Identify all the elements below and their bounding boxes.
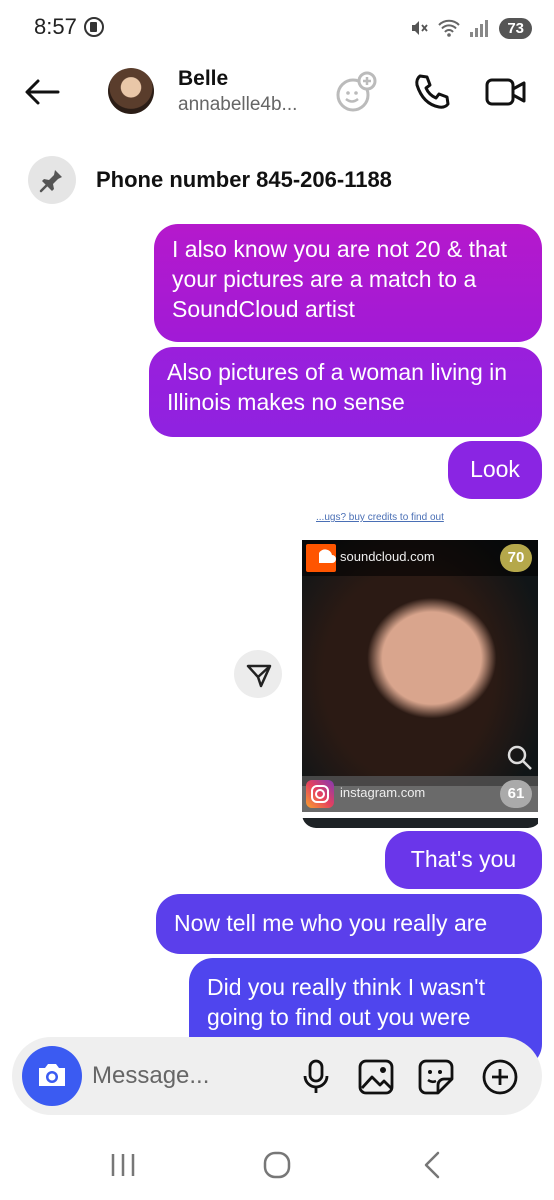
image-message[interactable]: ...ugs? buy credits to find out soundclo… xyxy=(302,510,542,828)
back-arrow-icon[interactable] xyxy=(22,72,62,112)
phone-icon[interactable] xyxy=(410,70,454,114)
video-icon[interactable] xyxy=(484,70,528,114)
add-person-icon[interactable] xyxy=(334,70,378,114)
mute-icon xyxy=(412,21,429,35)
contact-name[interactable]: Belle xyxy=(178,67,228,91)
source-bar-instagram: instagram.com 61 xyxy=(302,776,538,812)
image-bottom-strip xyxy=(302,818,538,828)
recents-icon[interactable] xyxy=(106,1148,140,1182)
status-time: 8:57 xyxy=(34,14,77,39)
pin-button[interactable] xyxy=(28,156,76,204)
mic-icon[interactable] xyxy=(296,1057,336,1097)
zoom-icon xyxy=(507,745,532,770)
instagram-logo-icon xyxy=(306,780,334,808)
share-icon xyxy=(246,664,272,688)
signal-icon xyxy=(470,20,489,37)
message-bubble[interactable]: I also know you are not 20 & that your p… xyxy=(154,224,542,342)
message-composer xyxy=(12,1037,542,1115)
match-score-badge: 70 xyxy=(500,544,532,572)
match-score-badge: 61 xyxy=(500,780,532,808)
pin-icon xyxy=(39,170,62,193)
home-icon[interactable] xyxy=(260,1148,294,1182)
contact-handle[interactable]: annabelle4b... xyxy=(178,94,297,116)
wifi-icon xyxy=(438,19,461,37)
nav-back-icon[interactable] xyxy=(416,1148,450,1182)
system-nav-bar xyxy=(0,1130,554,1200)
source-site: instagram.com xyxy=(340,785,426,800)
message-bubble[interactable]: That's you xyxy=(385,831,542,889)
pinned-message[interactable]: Phone number 845-206-1188 xyxy=(96,167,392,193)
plus-icon[interactable] xyxy=(480,1057,520,1097)
soundcloud-logo-icon xyxy=(306,544,336,572)
photo xyxy=(302,540,538,786)
message-bubble[interactable]: Also pictures of a woman living in Illin… xyxy=(149,347,542,437)
share-button[interactable] xyxy=(234,650,282,698)
screen-record-icon xyxy=(84,17,104,37)
camera-icon xyxy=(39,1064,65,1086)
message-bubble[interactable]: Look xyxy=(448,441,542,499)
source-site: soundcloud.com xyxy=(340,549,435,564)
message-input[interactable] xyxy=(92,1057,282,1095)
system-icons: 73 xyxy=(409,16,532,40)
image-caption: ...ugs? buy credits to find out xyxy=(316,512,444,523)
avatar[interactable] xyxy=(108,68,154,114)
message-bubble[interactable]: Now tell me who you really are xyxy=(156,894,542,954)
battery-badge: 73 xyxy=(499,17,532,39)
camera-button[interactable] xyxy=(22,1046,82,1106)
source-bar-soundcloud: soundcloud.com 70 xyxy=(302,540,538,576)
status-bar: 8:57 73 xyxy=(0,0,554,56)
sticker-icon[interactable] xyxy=(416,1057,456,1097)
gallery-icon[interactable] xyxy=(356,1057,396,1097)
chat-header: Belle annabelle4b... xyxy=(0,56,554,128)
